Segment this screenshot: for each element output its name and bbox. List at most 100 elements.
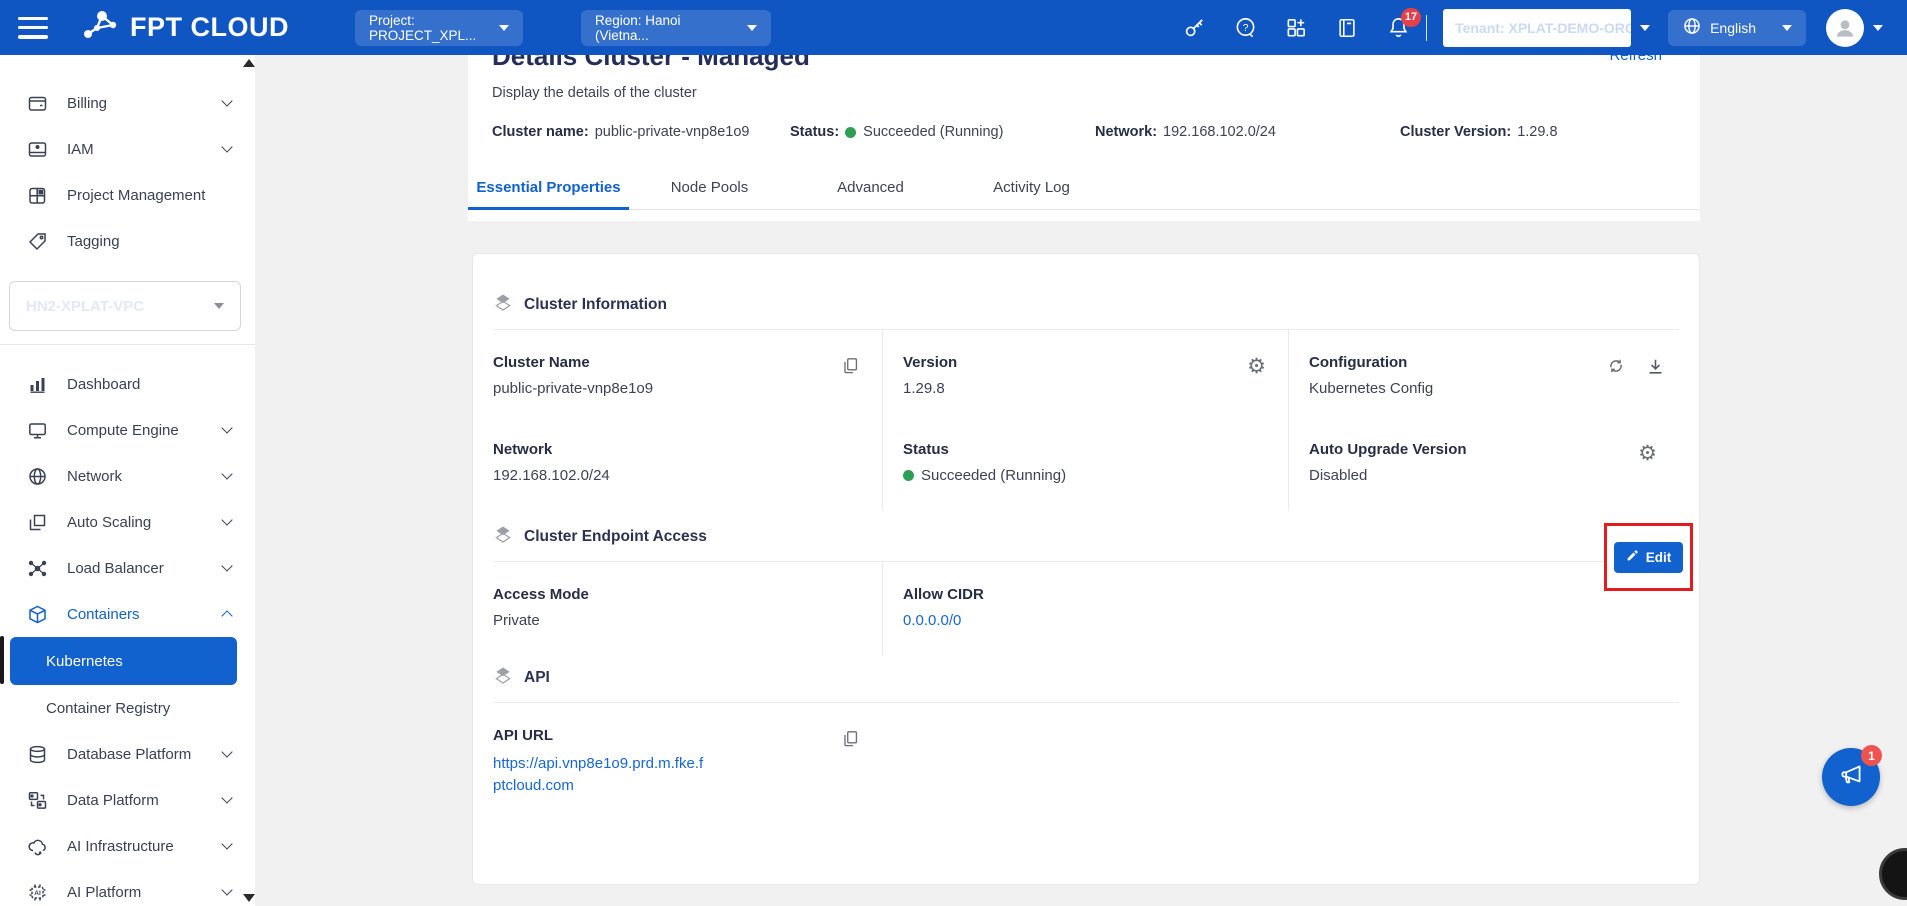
api-url-link[interactable]: https://api.vnp8e1o9.prd.m.fke.fptcloud.… — [493, 753, 705, 797]
allow-cidr-link[interactable]: 0.0.0.0/0 — [903, 612, 1619, 629]
vpc-select[interactable]: HN2-XPLAT-VPC — [9, 281, 241, 331]
chevron-down-icon — [221, 514, 232, 525]
layers-icon — [493, 524, 513, 549]
sidebar-item-project-management[interactable]: Project Management — [0, 172, 255, 218]
sidebar-item-container-registry[interactable]: Container Registry — [0, 685, 255, 731]
chevron-down-icon — [221, 141, 232, 152]
api-key-icon[interactable] — [1182, 16, 1206, 40]
field-api-url: API URL https://api.vnp8e1o9.prd.m.fke.f… — [493, 703, 882, 823]
globe-icon — [27, 466, 48, 487]
sidebar-item-compute-engine[interactable]: Compute Engine — [0, 407, 255, 453]
field-label: Allow CIDR — [903, 586, 1619, 603]
section-heading: Cluster Information — [524, 296, 667, 314]
fpt-molecule-icon — [80, 8, 120, 47]
sidebar-item-containers[interactable]: Containers — [0, 591, 255, 637]
gear-icon[interactable]: ⚙ — [1247, 356, 1266, 377]
sidebar-item-label: Dashboard — [67, 376, 231, 393]
field-value: Disabled — [1309, 467, 1619, 484]
chevron-down-icon — [747, 25, 757, 31]
edit-endpoint-button[interactable]: Edit — [1614, 542, 1683, 573]
sidebar-divider — [0, 344, 255, 345]
sidebar-item-auto-scaling[interactable]: Auto Scaling — [0, 499, 255, 545]
endpoint-access-row: Access Mode Private Allow CIDR 0.0.0.0/0 — [493, 562, 1679, 655]
field-label: Network — [493, 441, 822, 458]
brand-name: FPT CLOUD — [130, 12, 289, 43]
sidebar-item-dashboard[interactable]: Dashboard — [0, 361, 255, 407]
section-api: API — [493, 665, 1679, 690]
chevron-down-icon — [221, 560, 232, 571]
load-balancer-hub-icon — [27, 558, 48, 579]
sidebar-item-label: IAM — [67, 141, 223, 158]
tab-activity-log[interactable]: Activity Log — [951, 170, 1112, 209]
sidebar-item-database-platform[interactable]: Database Platform — [0, 731, 255, 777]
summary-version-label: Cluster Version: — [1400, 124, 1511, 140]
sidebar-item-tagging[interactable]: Tagging — [0, 218, 255, 264]
chevron-down-icon — [214, 303, 224, 309]
sidebar-item-billing[interactable]: Billing — [0, 80, 255, 126]
field-label: Cluster Name — [493, 354, 822, 371]
field-value: 192.168.102.0/24 — [493, 467, 822, 484]
chevron-down-icon — [1873, 25, 1883, 31]
tenant-dropdown[interactable]: Tenant: XPLAT-DEMO-ORG — [1443, 9, 1631, 47]
apps-grid-icon[interactable] — [1284, 16, 1308, 40]
sidebar-item-network[interactable]: Network — [0, 453, 255, 499]
gear-icon[interactable]: ⚙ — [1638, 443, 1657, 464]
copy-icon[interactable] — [841, 729, 860, 748]
help-support-icon[interactable]: ? — [1233, 16, 1257, 40]
notifications-bell-icon[interactable]: 17 — [1386, 16, 1410, 40]
section-heading: API — [524, 669, 550, 687]
sidebar-item-ai-platform[interactable]: AI AI Platform — [0, 869, 255, 906]
cluster-summary-row: Cluster name: public-private-vnp8e1o9 St… — [492, 124, 1676, 140]
sidebar-item-label: Tagging — [67, 233, 231, 250]
sidebar-item-label: Load Balancer — [67, 560, 223, 577]
bar-chart-icon — [27, 374, 48, 395]
status-dot-green — [903, 470, 914, 481]
sidebar-item-ai-infrastructure[interactable]: AI Infrastructure — [0, 823, 255, 869]
summary-cluster-name-label: Cluster name: — [492, 124, 589, 140]
megaphone-icon — [1836, 760, 1866, 795]
region-dropdown-label: Region: Hanoi (Vietna... — [595, 13, 731, 43]
summary-status-value: Succeeded (Running) — [863, 124, 1003, 140]
refresh-config-icon[interactable] — [1606, 356, 1626, 376]
field-value: Kubernetes Config — [1309, 380, 1619, 397]
sidebar-item-iam[interactable]: IAM — [0, 126, 255, 172]
sidebar-item-label: Compute Engine — [67, 422, 223, 439]
docs-book-icon[interactable] — [1335, 16, 1359, 40]
vpc-select-value: HN2-XPLAT-VPC — [26, 298, 214, 315]
field-status: Status Succeeded (Running) — [882, 423, 1288, 510]
pencil-icon — [1626, 549, 1639, 565]
copy-icon[interactable] — [841, 356, 860, 375]
summary-network-label: Network: — [1095, 124, 1157, 140]
tab-essential-properties[interactable]: Essential Properties — [468, 170, 629, 209]
project-dropdown[interactable]: Project: PROJECT_XPL... — [355, 10, 523, 46]
sidebar-item-data-platform[interactable]: Data Platform — [0, 777, 255, 823]
language-dropdown[interactable]: English — [1668, 10, 1806, 46]
region-dropdown[interactable]: Region: Hanoi (Vietna... — [581, 10, 771, 46]
section-cluster-information: Cluster Information — [493, 292, 1679, 317]
cluster-info-row-2: Network 192.168.102.0/24 Status Succeede… — [493, 423, 1679, 510]
layers-icon — [493, 665, 513, 690]
chevron-down-icon — [221, 468, 232, 479]
brand-logo[interactable]: FPT CLOUD — [80, 8, 289, 47]
page-header-section: Details Cluster - Managed Refresh Displa… — [468, 55, 1700, 221]
sidebar-item-label: AI Platform — [67, 884, 223, 901]
sidebar-item-label: Auto Scaling — [67, 514, 223, 531]
sidebar-item-load-balancer[interactable]: Load Balancer — [0, 545, 255, 591]
tab-node-pools[interactable]: Node Pools — [629, 170, 790, 209]
announcements-fab[interactable]: 1 — [1822, 748, 1880, 806]
chevron-down-icon — [499, 25, 509, 31]
sidebar-scroll-up-arrow[interactable] — [243, 59, 255, 67]
sidebar-item-label: AI Infrastructure — [67, 838, 223, 855]
project-grid-icon — [27, 185, 48, 206]
sidebar-item-label: Network — [67, 468, 223, 485]
sidebar-item-kubernetes[interactable]: Kubernetes — [10, 637, 237, 685]
download-icon[interactable] — [1646, 357, 1665, 376]
menu-hamburger-icon[interactable] — [18, 17, 48, 39]
tab-advanced[interactable]: Advanced — [790, 170, 951, 209]
sidebar-scroll-down-arrow[interactable] — [243, 894, 255, 902]
user-avatar[interactable] — [1826, 9, 1864, 47]
language-label: English — [1710, 20, 1756, 36]
summary-version-value: 1.29.8 — [1517, 124, 1557, 140]
svg-text:?: ? — [1242, 22, 1248, 34]
notification-badge: 17 — [1401, 8, 1421, 27]
